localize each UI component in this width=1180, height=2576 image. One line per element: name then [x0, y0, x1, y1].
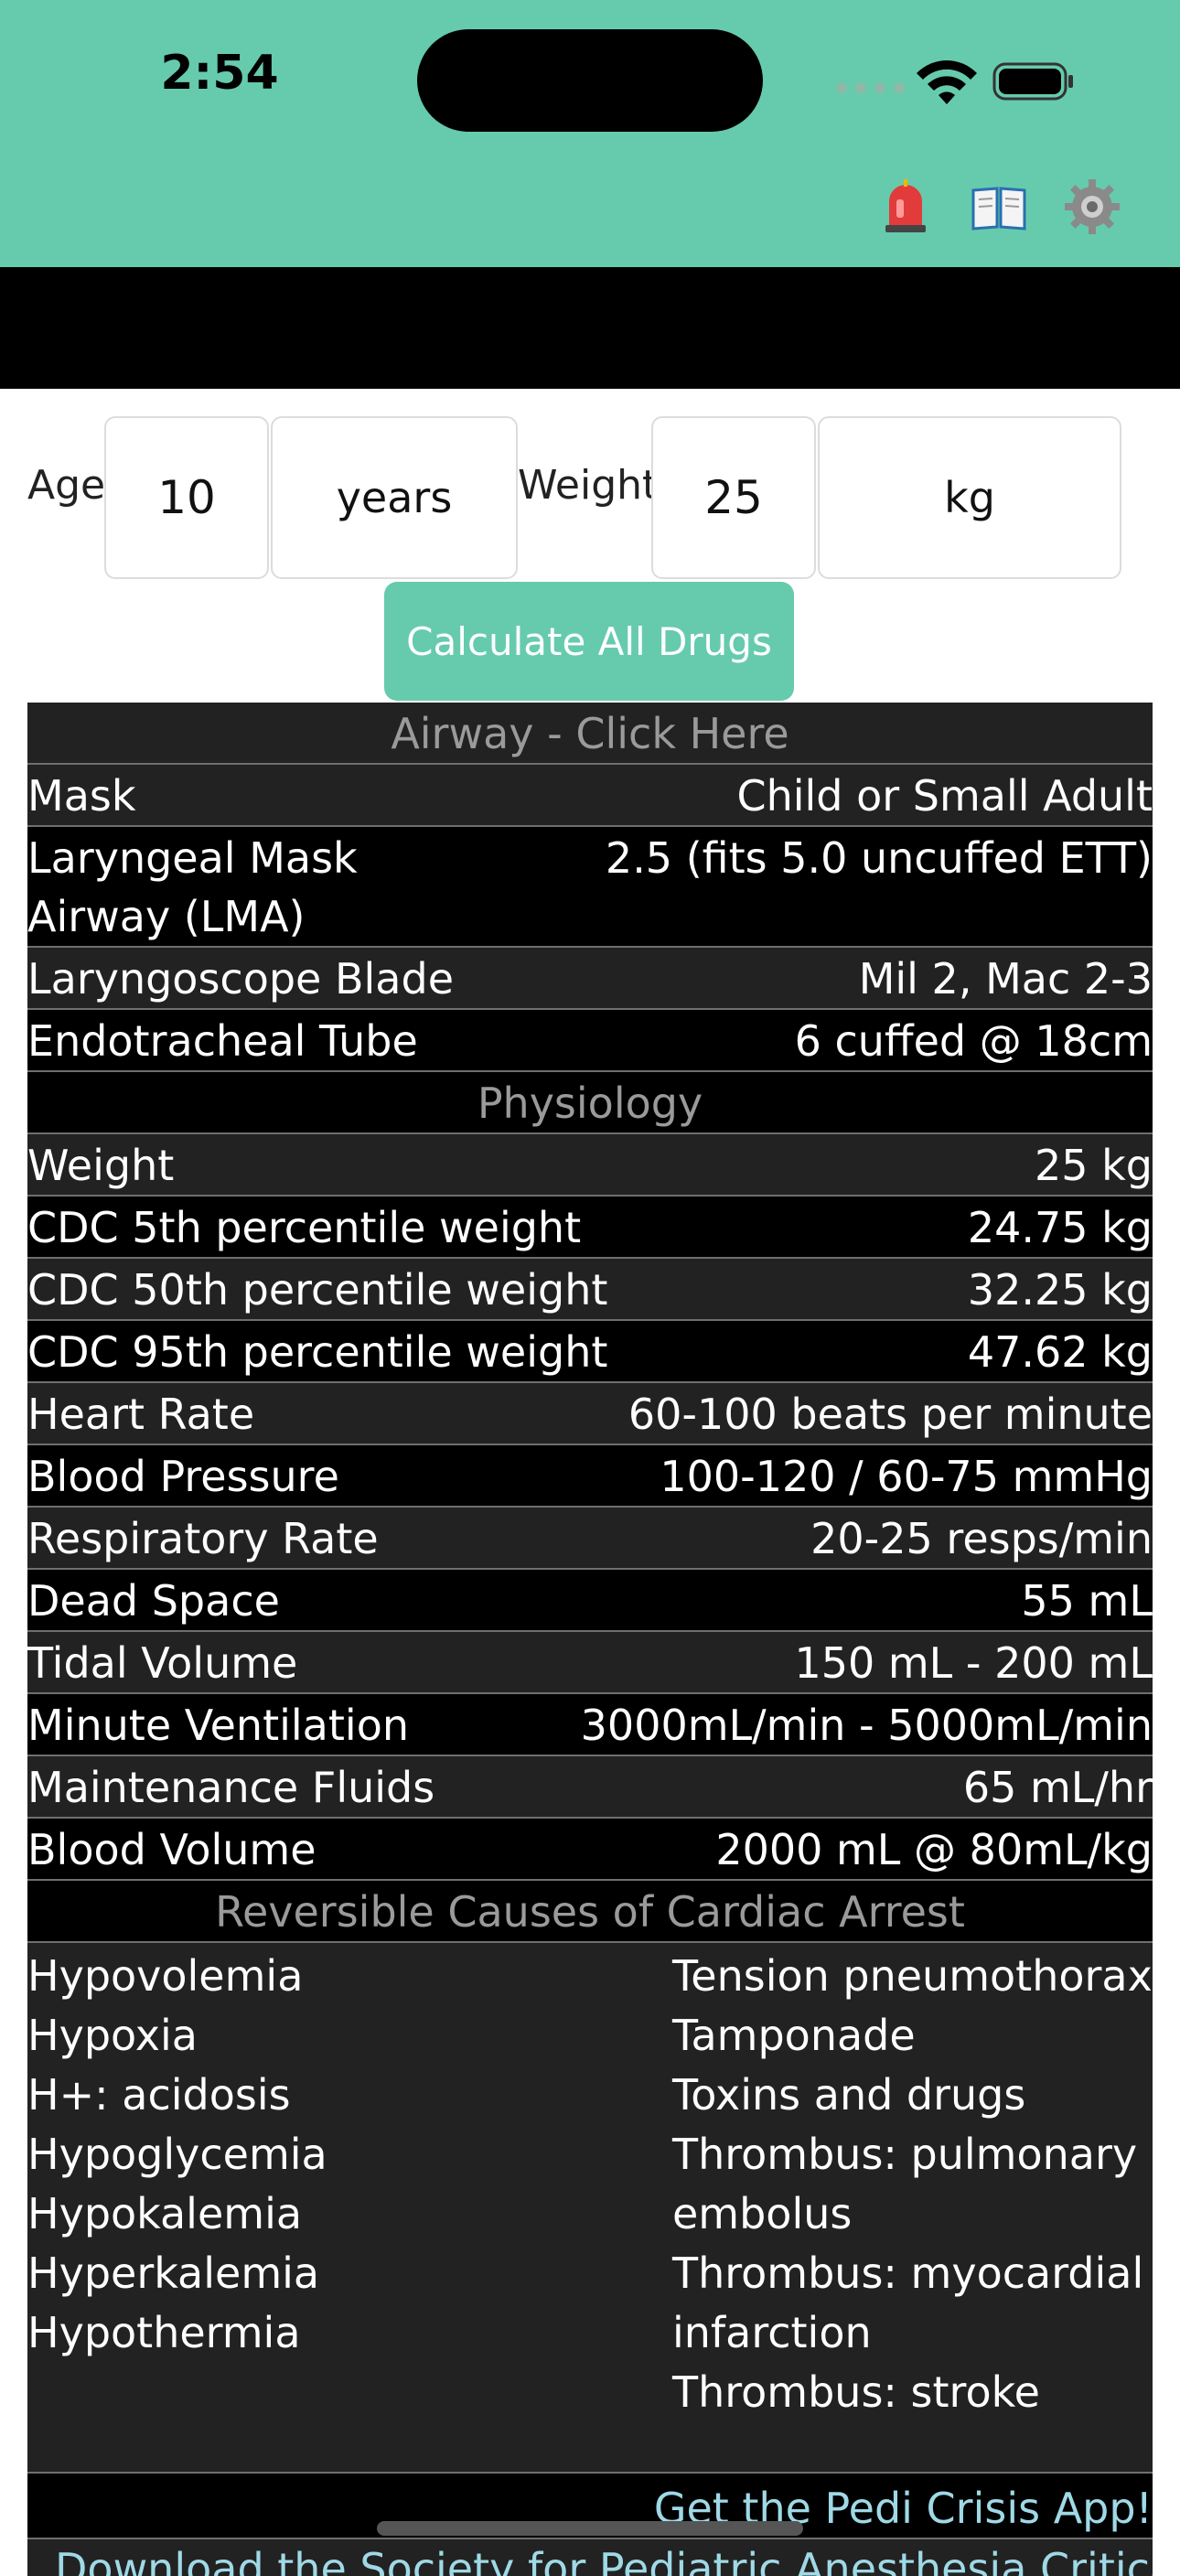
physiology-value: 100-120 / 60-75 mmHg: [660, 1452, 1153, 1501]
physiology-header: Physiology: [27, 1072, 1153, 1134]
airway-label: Mask: [27, 771, 136, 821]
physiology-label: Minute Ventilation: [27, 1701, 409, 1750]
cardiac-arrest-causes: Hypovolemia Hypoxia H+: acidosis Hypoglycem…: [27, 1943, 1153, 2474]
book-icon[interactable]: [970, 177, 1028, 236]
cause-item: Hypovolemia: [27, 1951, 304, 2001]
age-field-box[interactable]: [104, 416, 269, 579]
physiology-row: Tidal Volume 150 mL - 200 mL: [27, 1632, 1153, 1694]
airway-header[interactable]: Airway - Click Here: [27, 703, 1153, 765]
airway-label: Laryngeal Mask Airway (LMA): [27, 833, 358, 941]
airway-value: Child or Small Adult: [736, 771, 1153, 821]
download-spa-link[interactable]: Download the Society for Pediatric Anest…: [27, 2539, 1153, 2576]
results-table: Airway - Click Here Mask Child or Small A…: [27, 703, 1153, 2576]
physiology-value: 60-100 beats per minute: [628, 1390, 1153, 1439]
physiology-value: 24.75 kg: [967, 1203, 1153, 1252]
weight-unit-select[interactable]: kg: [818, 416, 1121, 579]
cause-item: H+: acidosis: [27, 2070, 291, 2120]
physiology-value: 20-25 resps/min: [810, 1514, 1153, 1563]
airway-row: Laryngeal Mask Airway (LMA) 2.5 (fits 5.0…: [27, 827, 1153, 948]
physiology-row: Dead Space 55 mL: [27, 1570, 1153, 1632]
cause-item: Toxins and drugs: [672, 2070, 1026, 2120]
cause-item: Thrombus: stroke: [672, 2367, 1040, 2417]
physiology-value: 3000mL/min - 5000mL/min: [580, 1701, 1153, 1750]
physiology-label: CDC 95th percentile weight: [27, 1327, 608, 1377]
physiology-row: CDC 95th percentile weight 47.62 kg: [27, 1321, 1153, 1383]
physiology-row: CDC 5th percentile weight 24.75 kg: [27, 1197, 1153, 1259]
cause-item: Thrombus: pulmonary embolus: [672, 2130, 1138, 2238]
airway-label: Endotracheal Tube: [27, 1016, 418, 1066]
h-causes-column: Hypovolemia Hypoxia H+: acidosis Hypoglycem…: [27, 1947, 672, 2422]
cause-item: Hypokalemia: [27, 2189, 303, 2238]
status-time: 2:54: [160, 46, 279, 101]
physiology-row: Heart Rate 60-100 beats per minute: [27, 1383, 1153, 1445]
physiology-value: 150 mL - 200 mL: [794, 1638, 1153, 1688]
physiology-value: 47.62 kg: [967, 1327, 1153, 1377]
wifi-icon: [917, 60, 977, 104]
weight-field-box[interactable]: [651, 416, 816, 579]
age-unit-select[interactable]: years: [271, 416, 518, 579]
battery-icon: [992, 62, 1073, 101]
cause-item: Tension pneumothorax: [672, 1951, 1153, 2001]
cause-item: Thrombus: myocardial infarction: [672, 2249, 1144, 2357]
cause-item: Hyperkalemia: [27, 2249, 320, 2298]
airway-value: Mil 2, Mac 2-3: [858, 954, 1153, 1004]
physiology-row: Maintenance Fluids 65 mL/hr: [27, 1756, 1153, 1819]
header-bar: 2:54: [0, 0, 1180, 267]
cause-item: Hypoxia: [27, 2011, 198, 2060]
physiology-label: Maintenance Fluids: [27, 1763, 435, 1812]
airway-row: Mask Child or Small Adult: [27, 765, 1153, 827]
physiology-label: CDC 50th percentile weight: [27, 1265, 608, 1315]
physiology-value: 25 kg: [1035, 1141, 1153, 1190]
age-input[interactable]: [106, 470, 267, 525]
physiology-label: Heart Rate: [27, 1390, 255, 1439]
airway-row: Laryngoscope Blade Mil 2, Mac 2-3: [27, 948, 1153, 1010]
physiology-row: Weight 25 kg: [27, 1134, 1153, 1197]
physiology-row: Blood Volume 2000 mL @ 80mL/kg: [27, 1819, 1153, 1881]
cardiac-arrest-causes-header: Reversible Causes of Cardiac Arrest: [27, 1881, 1153, 1943]
physiology-label: Blood Volume: [27, 1825, 316, 1874]
weight-input[interactable]: [653, 470, 814, 525]
physiology-label: Weight: [27, 1141, 175, 1190]
physiology-row: Respiratory Rate 20-25 resps/min: [27, 1508, 1153, 1570]
physiology-label: Respiratory Rate: [27, 1514, 379, 1563]
physiology-label: Tidal Volume: [27, 1638, 298, 1688]
physiology-value: 32.25 kg: [967, 1265, 1153, 1315]
black-banner: [0, 267, 1180, 389]
physiology-label: Blood Pressure: [27, 1452, 339, 1501]
home-indicator: [377, 2521, 803, 2536]
physiology-row: CDC 50th percentile weight 32.25 kg: [27, 1259, 1153, 1321]
airway-row: Endotracheal Tube 6 cuffed @ 18cm: [27, 1010, 1153, 1072]
physiology-value: 55 mL: [1021, 1576, 1153, 1626]
weight-label: Weight:: [518, 462, 672, 509]
physiology-label: CDC 5th percentile weight: [27, 1203, 582, 1252]
dynamic-island: [417, 29, 763, 132]
gear-icon[interactable]: [1063, 177, 1121, 236]
calculate-all-drugs-button[interactable]: Calculate All Drugs: [384, 582, 794, 701]
physiology-row: Minute Ventilation 3000mL/min - 5000mL/mi…: [27, 1694, 1153, 1756]
patient-inputs: Age: years Weight: kg: [0, 416, 1180, 581]
physiology-label: Dead Space: [27, 1576, 280, 1626]
siren-icon[interactable]: [876, 177, 935, 236]
airway-value: 2.5 (fits 5.0 uncuffed ETT): [605, 833, 1153, 883]
airway-label: Laryngoscope Blade: [27, 954, 454, 1004]
t-causes-column: Tension pneumothorax Tamponade Toxins and …: [672, 1947, 1153, 2422]
physiology-row: Blood Pressure 100-120 / 60-75 mmHg: [27, 1445, 1153, 1508]
cause-item: Hypoglycemia: [27, 2130, 327, 2179]
cause-item: Hypothermia: [27, 2308, 301, 2357]
cause-item: Tamponade: [672, 2011, 916, 2060]
airway-value: 6 cuffed @ 18cm: [794, 1016, 1153, 1066]
physiology-value: 2000 mL @ 80mL/kg: [715, 1825, 1153, 1874]
cellular-signal-icon: [836, 82, 905, 93]
physiology-value: 65 mL/hr: [962, 1763, 1153, 1812]
